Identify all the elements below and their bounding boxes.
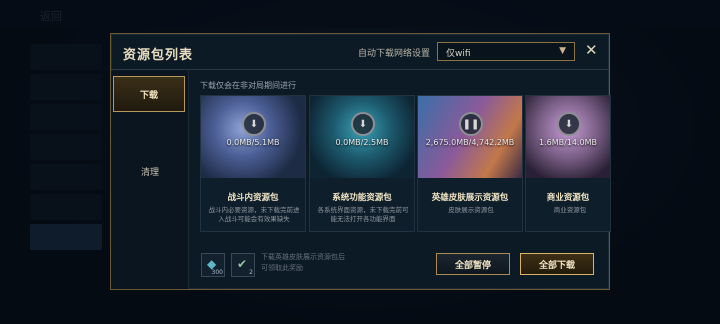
pack-card-image bbox=[310, 96, 414, 178]
download-icon[interactable]: ⬇ bbox=[351, 112, 375, 136]
download-icon[interactable]: ⬇ bbox=[242, 112, 266, 136]
pack-size: 0.0MB/5.1MB bbox=[226, 138, 280, 147]
pack-description: 皮肤展示资源包 bbox=[448, 206, 494, 214]
network-select[interactable]: 仅wifi ▼ bbox=[437, 42, 575, 61]
dialog-title: 资源包列表 bbox=[123, 48, 194, 63]
reward-hint: 下载英雄皮肤展示资源包后可领取此奖励 bbox=[261, 253, 345, 272]
download-icon[interactable]: ⬇ bbox=[557, 112, 581, 136]
chest-icon: ✔ bbox=[237, 257, 248, 271]
pack-title: 商业资源包 bbox=[546, 193, 590, 203]
pack-card-commercial[interactable]: ⬇ 1.6MB/14.0MB 商业资源包 商业资源包 bbox=[525, 95, 611, 232]
reward-item-icon[interactable]: ◆ 300 bbox=[201, 253, 225, 277]
reward-item-icon[interactable]: ✔ 2 bbox=[231, 253, 255, 277]
pack-description: 商业资源包 bbox=[553, 206, 587, 214]
pack-card-image bbox=[201, 96, 305, 178]
dialog-nav: 下载 清理 bbox=[111, 71, 189, 289]
tab-download-label: 下载 bbox=[139, 90, 158, 101]
pack-description: 战斗内必要资源，未下载完前进入战斗可能会有效果缺失 bbox=[208, 206, 300, 224]
download-note: 下载仅会在非对局期间进行 bbox=[200, 81, 296, 90]
pause-icon[interactable]: ❚❚ bbox=[459, 112, 483, 136]
download-all-button[interactable]: 全部下载 bbox=[520, 253, 594, 275]
resource-pack-dialog: 资源包列表 自动下载网络设置 仅wifi ▼ ✕ 下载 清理 下载仅会在非对局期… bbox=[110, 33, 611, 290]
pack-card-battle[interactable]: ⬇ 0.0MB/5.1MB 战斗内资源包 战斗内必要资源，未下载完前进入战斗可能… bbox=[200, 95, 306, 232]
reward-count: 300 bbox=[211, 269, 223, 276]
pack-card-image bbox=[418, 96, 522, 178]
pack-description: 各系统界面资源，未下载完前可能无法打开各功能界面 bbox=[317, 206, 409, 224]
dialog-header: 资源包列表 自动下载网络设置 仅wifi ▼ ✕ bbox=[111, 34, 609, 70]
chevron-down-icon: ▼ bbox=[559, 46, 566, 56]
pack-size: 2,675.0MB/4,742.2MB bbox=[425, 138, 515, 147]
reward-count: 2 bbox=[249, 269, 253, 276]
tab-cleanup-label: 清理 bbox=[140, 167, 159, 178]
pack-card-image bbox=[526, 96, 610, 178]
download-all-label: 全部下载 bbox=[538, 260, 575, 271]
pack-title: 系统功能资源包 bbox=[332, 193, 392, 203]
pause-all-button[interactable]: 全部暂停 bbox=[436, 253, 510, 275]
pack-size: 1.6MB/14.0MB bbox=[538, 138, 597, 147]
auto-download-label: 自动下载网络设置 bbox=[358, 49, 431, 59]
pack-card-skins[interactable]: ❚❚ 2,675.0MB/4,742.2MB 英雄皮肤展示资源包 皮肤展示资源包 bbox=[417, 95, 523, 232]
pack-title: 战斗内资源包 bbox=[227, 193, 279, 203]
close-icon[interactable]: ✕ bbox=[585, 41, 598, 59]
tab-download[interactable]: 下载 bbox=[113, 76, 185, 112]
pack-card-system[interactable]: ⬇ 0.0MB/2.5MB 系统功能资源包 各系统界面资源，未下载完前可能无法打… bbox=[309, 95, 415, 232]
pack-title: 英雄皮肤展示资源包 bbox=[431, 193, 509, 203]
network-select-value: 仅wifi bbox=[446, 49, 471, 59]
tab-cleanup[interactable]: 清理 bbox=[111, 153, 189, 189]
pause-all-label: 全部暂停 bbox=[454, 260, 491, 271]
pack-size: 0.0MB/2.5MB bbox=[335, 138, 389, 147]
